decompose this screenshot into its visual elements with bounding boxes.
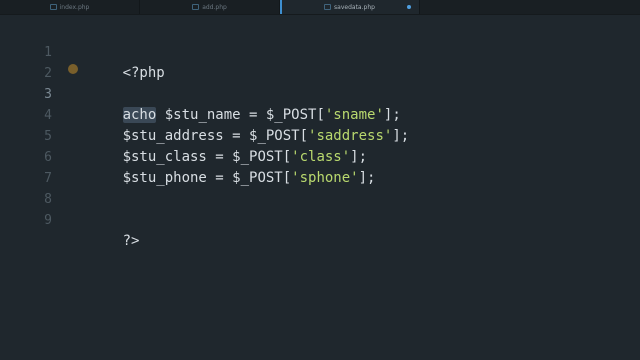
tab-label: add.php [202,3,227,11]
line-number: 7 [44,171,52,186]
code-editor[interactable]: index.php add.php savedata.php 1 2 3 4 5… [0,0,640,360]
tab-label: index.php [59,3,90,11]
tab-savedata-php[interactable]: savedata.php [280,0,420,14]
line-number: 6 [44,150,52,165]
php-close-tag: ?> [122,233,140,249]
unsaved-dot-icon[interactable] [407,5,411,9]
line-number: 2 [44,66,52,81]
code-line-9[interactable]: ?> [72,210,140,273]
line-number: 8 [44,192,52,207]
php-open-tag: <?php [122,65,165,81]
line-number: 5 [44,129,52,144]
tab-add-php[interactable]: add.php [140,0,280,14]
code-token: ]; [358,170,376,186]
file-icon [49,4,57,10]
line-number: 1 [44,45,52,60]
file-icon [192,4,200,10]
code-line-6[interactable]: $stu_phone = $_POST['sphone']; [72,147,376,210]
line-number: 3 [44,87,52,102]
tab-bar: index.php add.php savedata.php [0,0,640,15]
file-icon [324,4,332,10]
line-number: 9 [44,213,52,228]
active-tab-indicator [280,0,282,14]
tab-index-php[interactable]: index.php [0,0,140,14]
code-token: ]; [392,128,410,144]
code-token: $stu_phone = $_POST[ [122,170,292,186]
line-number: 4 [44,108,52,123]
tab-label: savedata.php [334,3,375,11]
line-number-gutter: 1 2 3 4 5 6 7 8 9 [0,14,60,360]
string-literal: 'sphone' [291,170,359,186]
